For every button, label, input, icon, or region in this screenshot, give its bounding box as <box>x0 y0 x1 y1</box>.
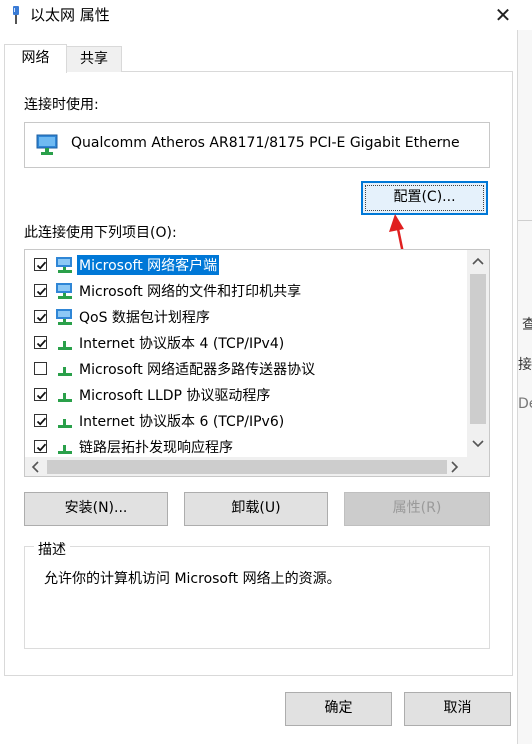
network-adapter-icon <box>35 133 61 161</box>
background-window <box>518 30 532 744</box>
network-plug-icon <box>8 5 24 25</box>
item-checkbox[interactable] <box>34 414 47 427</box>
item-checkbox[interactable] <box>34 362 47 375</box>
item-checkbox[interactable] <box>34 284 47 297</box>
item-checkbox[interactable] <box>34 258 47 271</box>
adapter-field: Qualcomm Atheros AR8171/8175 PCI-E Gigab… <box>24 122 490 168</box>
item-label: Microsoft 网络的文件和打印机共享 <box>79 284 302 300</box>
item-label: Internet 协议版本 4 (TCP/IPv4) <box>79 336 285 352</box>
scroll-up-icon[interactable] <box>472 257 484 265</box>
ok-button[interactable]: 确定 <box>285 692 392 726</box>
item-label: Microsoft LLDP 协议驱动程序 <box>79 388 271 404</box>
install-button[interactable]: 安装(N)... <box>24 492 168 526</box>
list-item[interactable]: Internet 协议版本 6 (TCP/IPv6) <box>25 408 465 434</box>
network-client-icon <box>55 308 75 326</box>
protocol-icon <box>55 412 75 430</box>
protocol-icon <box>55 386 75 404</box>
scroll-left-icon[interactable] <box>31 461 39 473</box>
background-window-divider <box>518 220 532 221</box>
background-window-edge <box>517 30 518 744</box>
item-checkbox[interactable] <box>34 310 47 323</box>
network-client-icon <box>55 256 75 274</box>
item-checkbox[interactable] <box>34 440 47 453</box>
protocol-icon <box>55 360 75 378</box>
description-group <box>24 546 490 649</box>
item-checkbox[interactable] <box>34 388 47 401</box>
adapter-name: Qualcomm Atheros AR8171/8175 PCI-E Gigab… <box>71 135 460 151</box>
item-label: QoS 数据包计划程序 <box>79 310 210 326</box>
tab-sharing[interactable]: 共享 <box>66 46 122 72</box>
vertical-scroll-thumb[interactable] <box>470 274 486 424</box>
close-button[interactable]: ✕ <box>488 2 518 28</box>
list-item[interactable]: Internet 协议版本 4 (TCP/IPv4) <box>25 330 465 356</box>
item-label: Microsoft 网络适配器多路传送器协议 <box>79 362 316 378</box>
components-list[interactable]: Microsoft 网络客户端 Microsoft 网络的文件和打印机共享 Qo… <box>24 249 490 477</box>
protocol-icon <box>55 334 75 352</box>
background-text-fragment: De <box>518 396 532 412</box>
list-item[interactable]: 链路层拓扑发现响应程序 <box>25 434 465 456</box>
list-item[interactable]: QoS 数据包计划程序 <box>25 304 465 330</box>
list-item[interactable]: Microsoft 网络客户端 <box>25 252 465 278</box>
background-text-fragment: 查 <box>522 317 532 333</box>
properties-button: 属性(R) <box>344 492 490 526</box>
item-label: 链路层拓扑发现响应程序 <box>79 440 233 456</box>
items-label: 此连接使用下列项目(O): <box>24 225 177 241</box>
item-label: Microsoft 网络客户端 <box>77 255 220 275</box>
description-legend: 描述 <box>34 539 70 559</box>
scroll-right-icon[interactable] <box>451 461 459 473</box>
item-label: Internet 协议版本 6 (TCP/IPv6) <box>79 414 285 430</box>
connect-using-label: 连接时使用: <box>24 97 99 113</box>
tab-network[interactable]: 网络 <box>4 44 67 73</box>
window-title: 以太网 属性 <box>30 6 110 24</box>
background-text-fragment: 接 <box>518 357 532 373</box>
item-checkbox[interactable] <box>34 336 47 349</box>
list-item[interactable]: Microsoft 网络适配器多路传送器协议 <box>25 356 465 382</box>
focus-rectangle <box>365 185 484 211</box>
network-client-icon <box>55 282 75 300</box>
list-item[interactable]: Microsoft LLDP 协议驱动程序 <box>25 382 465 408</box>
cancel-button[interactable]: 取消 <box>404 692 511 726</box>
scroll-down-icon[interactable] <box>472 440 484 448</box>
horizontal-scroll-thumb[interactable] <box>47 460 447 474</box>
protocol-icon <box>55 438 75 456</box>
description-text: 允许你的计算机访问 Microsoft 网络上的资源。 <box>44 571 341 587</box>
uninstall-button[interactable]: 卸载(U) <box>184 492 328 526</box>
list-item[interactable]: Microsoft 网络的文件和打印机共享 <box>25 278 465 304</box>
title-bar: 以太网 属性 ✕ <box>0 0 532 30</box>
